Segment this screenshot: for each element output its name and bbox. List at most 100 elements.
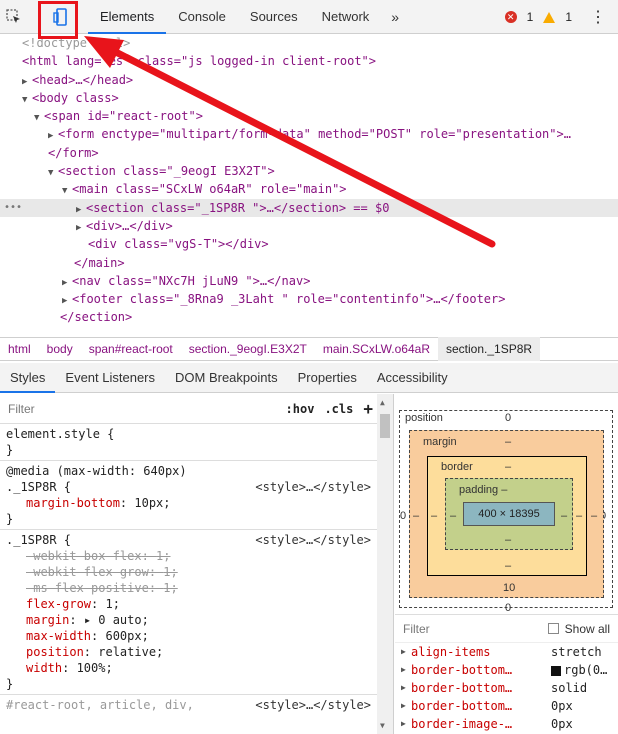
padding-left-value[interactable]: – <box>450 510 456 522</box>
ellipsis-icon[interactable]: ••• <box>4 199 22 217</box>
css-property[interactable]: -ms-flex-positive <box>6 581 149 595</box>
show-all-checkbox[interactable] <box>547 623 559 634</box>
tab-event-listeners[interactable]: Event Listeners <box>55 363 165 393</box>
css-value[interactable]: 1; <box>105 597 119 611</box>
tree-line[interactable]: <!doctype html> <box>0 34 618 52</box>
tree-line[interactable]: </main> <box>0 254 618 272</box>
tree-line[interactable]: ▶ <footer class="_8Rna9 _3Laht " role="co… <box>0 290 618 308</box>
color-swatch-icon[interactable] <box>551 665 561 676</box>
media-rule[interactable]: @media (max-width: 640px) ._1SP8R { <sty… <box>0 461 393 530</box>
css-property[interactable]: flex-grow <box>6 597 91 611</box>
hov-button[interactable]: :hov <box>286 402 315 416</box>
tab-accessibility[interactable]: Accessibility <box>367 363 458 393</box>
margin-left-value[interactable]: – <box>413 510 419 522</box>
scroll-thumb[interactable] <box>380 414 390 438</box>
style-rule[interactable]: ._1SP8R { <style>…</style> -webkit-box-f… <box>0 530 393 695</box>
rule-source-link[interactable]: <style>…</style> <box>255 532 371 548</box>
expand-triangle-icon[interactable]: ▶ <box>401 679 411 697</box>
styles-filter-input[interactable]: Filter <box>8 402 35 416</box>
css-value[interactable]: ▸ 0 auto; <box>84 613 149 627</box>
css-property[interactable]: -webkit-box-flex <box>6 549 142 563</box>
computed-property: border-image-… <box>411 717 513 731</box>
expand-triangle-icon[interactable]: ▶ <box>401 643 411 661</box>
padding-right-value[interactable]: – <box>561 510 567 522</box>
css-value[interactable]: relative; <box>98 645 163 659</box>
padding-bottom-value[interactable]: – <box>505 534 511 546</box>
css-value[interactable]: 1; <box>163 565 177 579</box>
scroll-down-icon[interactable]: ▼ <box>380 721 385 730</box>
border-bottom-value[interactable]: – <box>505 560 511 572</box>
computed-row[interactable]: ▶ border-bottom… rgb(0… <box>395 661 618 679</box>
tree-line[interactable]: ▶ <nav class="NXc7H jLuN9 ">…</nav> <box>0 272 618 290</box>
css-value[interactable]: 10px; <box>134 496 170 510</box>
tab-dom-breakpoints[interactable]: DOM Breakpoints <box>165 363 288 393</box>
scroll-up-icon[interactable]: ▲ <box>380 398 385 407</box>
rule-source-link[interactable]: <style>…</style> <box>255 697 371 713</box>
position-bottom-value[interactable]: 0 <box>505 602 511 614</box>
tab-sources[interactable]: Sources <box>238 0 310 34</box>
tab-console[interactable]: Console <box>166 0 238 34</box>
breadcrumb-html[interactable]: html <box>0 342 39 356</box>
tab-network[interactable]: Network <box>310 0 382 34</box>
computed-row[interactable]: ▶ align-items stretch <box>395 643 618 661</box>
tree-line[interactable]: ▶ <form enctype="multipart/form-data" met… <box>0 125 618 143</box>
css-property[interactable]: -webkit-flex-grow <box>6 565 149 579</box>
css-property[interactable]: position <box>6 645 84 659</box>
computed-row[interactable]: ▶ border-bottom… solid <box>395 679 618 697</box>
more-tabs-button[interactable]: » <box>381 9 409 25</box>
css-property[interactable]: max-width <box>6 629 91 643</box>
tree-line[interactable]: ▶ <div>…</div> <box>0 217 618 235</box>
computed-row[interactable]: ▶ border-bottom… 0px <box>395 697 618 715</box>
expand-triangle-icon[interactable]: ▶ <box>401 661 411 679</box>
computed-row[interactable]: ▶ border-image-… 0px <box>395 715 618 733</box>
css-value[interactable]: 100%; <box>77 661 113 675</box>
tree-line[interactable]: </form> <box>0 144 618 162</box>
styles-scrollbar[interactable]: ▲ ▼ <box>377 394 393 734</box>
tree-line[interactable]: ▼ <span id="react-root"> <box>0 107 618 125</box>
breadcrumb-main[interactable]: main.SCxLW.o64aR <box>315 342 438 356</box>
menu-kebab-icon[interactable]: ⋮ <box>590 7 606 27</box>
css-value[interactable]: 600px; <box>105 629 148 643</box>
tab-styles[interactable]: Styles <box>0 363 56 393</box>
breadcrumb-selected[interactable]: section._1SP8R <box>437 337 541 361</box>
computed-property: border-bottom… <box>411 699 513 713</box>
expand-triangle-icon[interactable]: ▶ <box>401 715 411 733</box>
rule-source-link[interactable]: <style>…</style> <box>255 479 371 495</box>
border-left-value[interactable]: – <box>431 510 437 522</box>
tree-line[interactable]: ▼ <main class="SCxLW o64aR" role="main"> <box>0 180 618 198</box>
tree-line[interactable]: ▶ <head>…</head> <box>0 71 618 89</box>
position-top-value[interactable]: 0 <box>505 412 511 424</box>
css-value[interactable]: 1; <box>156 549 170 563</box>
console-status[interactable]: ✕ 1 1 ⋮ <box>504 0 606 34</box>
expand-triangle-icon[interactable]: ▶ <box>401 697 411 715</box>
css-value[interactable]: 1; <box>163 581 177 595</box>
css-property[interactable]: margin-bottom <box>6 496 120 510</box>
margin-right-value[interactable]: – <box>591 510 597 522</box>
css-property[interactable]: width <box>6 661 62 675</box>
tree-line[interactable]: <div class="vgS-T"></div> <box>0 235 618 253</box>
breadcrumb-span[interactable]: span#react-root <box>81 342 181 356</box>
breadcrumb-section[interactable]: section._9eogI.E3X2T <box>181 342 315 356</box>
tab-properties[interactable]: Properties <box>288 363 367 393</box>
breadcrumb-body[interactable]: body <box>39 342 81 356</box>
margin-top-value[interactable]: – <box>505 436 511 448</box>
tab-elements[interactable]: Elements <box>88 0 167 34</box>
margin-bottom-value[interactable]: 10 <box>503 582 515 594</box>
tree-line-selected[interactable]: ••• ▶ <section class="_1SP8R ">…</section>… <box>0 198 618 217</box>
border-right-value[interactable]: – <box>576 510 582 522</box>
tree-line[interactable]: <html lang="es" class="js logged-in clie… <box>0 52 618 70</box>
style-rule[interactable]: #react-root, article, div, <style>…</sty… <box>0 695 393 715</box>
tree-line[interactable]: ▼ <body class> <box>0 89 618 107</box>
add-rule-button[interactable]: + <box>363 399 373 418</box>
css-property[interactable]: margin <box>6 613 69 627</box>
warning-icon <box>543 11 556 23</box>
computed-filter-input[interactable]: Filter <box>403 622 430 636</box>
content-box[interactable]: 400 × 18395 <box>463 502 555 526</box>
position-left-value[interactable]: 0 <box>400 510 406 522</box>
cls-button[interactable]: .cls <box>324 402 353 416</box>
element-style-rule[interactable]: element.style { } <box>0 424 393 461</box>
inspect-element-icon[interactable] <box>0 0 28 34</box>
border-top-value[interactable]: – <box>505 461 511 473</box>
tree-line[interactable]: ▼ <section class="_9eogI E3X2T"> <box>0 162 618 180</box>
tree-line[interactable]: </section> <box>0 308 618 326</box>
